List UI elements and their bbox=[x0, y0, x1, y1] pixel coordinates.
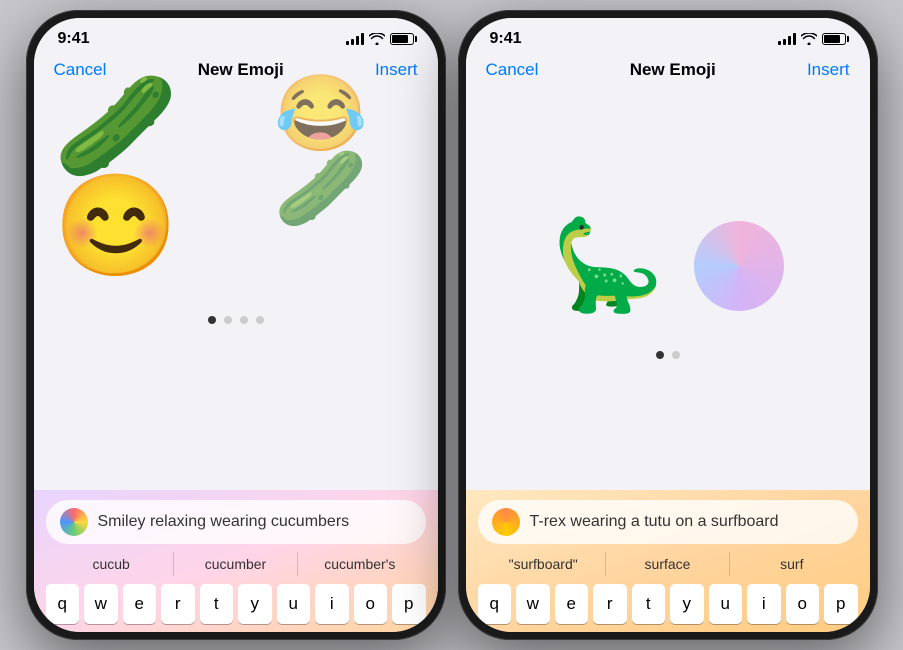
autocomplete-row-1: cucub cucumber cucumber's bbox=[46, 552, 426, 576]
key-e-2[interactable]: e bbox=[555, 584, 589, 624]
emoji-cucumber-face[interactable]: 🥒😊 bbox=[54, 76, 245, 276]
key-t-2[interactable]: t bbox=[632, 584, 666, 624]
dot-1-1 bbox=[208, 316, 216, 324]
phone-1: 9:41 Cancel New bbox=[26, 10, 446, 640]
dot-2-1 bbox=[656, 351, 664, 359]
key-p-2[interactable]: p bbox=[824, 584, 858, 624]
phone-1-screen: 9:41 Cancel New bbox=[34, 18, 438, 632]
emoji-area-1: 🥒😊 😄🥒 🥒😊 😂🥒 bbox=[34, 90, 438, 490]
key-y-1[interactable]: y bbox=[238, 584, 272, 624]
key-u-2[interactable]: u bbox=[709, 584, 743, 624]
emoji-area-2: 🦕 bbox=[466, 90, 870, 490]
key-w-2[interactable]: w bbox=[516, 584, 550, 624]
status-icons-2 bbox=[778, 33, 846, 45]
nav-bar-2: Cancel New Emoji Insert bbox=[466, 54, 870, 90]
key-t-1[interactable]: t bbox=[200, 584, 234, 624]
key-i-1[interactable]: i bbox=[315, 584, 349, 624]
battery-icon-2 bbox=[822, 33, 846, 45]
key-r-2[interactable]: r bbox=[593, 584, 627, 624]
phone-2-screen: 9:41 Cancel New bbox=[466, 18, 870, 632]
ai-icon-1 bbox=[60, 508, 88, 536]
dino-emoji-2[interactable]: 🦕 bbox=[551, 221, 663, 311]
status-time-1: 9:41 bbox=[58, 30, 90, 48]
keyboard-keys-1: q w e r t y u i o p bbox=[46, 584, 426, 624]
key-e-1[interactable]: e bbox=[123, 584, 157, 624]
key-row-2: q w e r t y u i o p bbox=[478, 584, 858, 624]
keyboard-area-2: T-rex wearing a tutu on a surfboard "sur… bbox=[466, 490, 870, 632]
key-r-1[interactable]: r bbox=[161, 584, 195, 624]
key-row-1: q w e r t y u i o p bbox=[46, 584, 426, 624]
key-o-1[interactable]: o bbox=[354, 584, 388, 624]
key-o-2[interactable]: o bbox=[786, 584, 820, 624]
phone-2: 9:41 Cancel New bbox=[458, 10, 878, 640]
battery-icon-1 bbox=[390, 33, 414, 45]
text-input-row-1[interactable]: Smiley relaxing wearing cucumbers bbox=[46, 500, 426, 544]
text-input-row-2[interactable]: T-rex wearing a tutu on a surfboard bbox=[478, 500, 858, 544]
key-q-1[interactable]: q bbox=[46, 584, 80, 624]
page-dots-1 bbox=[208, 316, 264, 324]
insert-button-2[interactable]: Insert bbox=[807, 60, 850, 80]
input-text-1[interactable]: Smiley relaxing wearing cucumbers bbox=[98, 513, 412, 531]
autocomplete-row-2: "surfboard" surface surf bbox=[478, 552, 858, 576]
key-y-2[interactable]: y bbox=[670, 584, 704, 624]
key-w-1[interactable]: w bbox=[84, 584, 118, 624]
keyboard-area-1: Smiley relaxing wearing cucumbers cucub … bbox=[34, 490, 438, 632]
key-u-1[interactable]: u bbox=[277, 584, 311, 624]
dot-1-3 bbox=[240, 316, 248, 324]
cancel-button-2[interactable]: Cancel bbox=[486, 60, 539, 80]
dot-1-2 bbox=[224, 316, 232, 324]
key-i-2[interactable]: i bbox=[747, 584, 781, 624]
key-q-2[interactable]: q bbox=[478, 584, 512, 624]
autocomplete-2-1[interactable]: "surfboard" bbox=[482, 552, 605, 576]
status-bar-2: 9:41 bbox=[466, 18, 870, 54]
autocomplete-2-3[interactable]: surf bbox=[729, 552, 853, 576]
status-icons-1 bbox=[346, 33, 414, 45]
page-dots-2 bbox=[656, 351, 680, 359]
keyboard-keys-2: q w e r t y u i o p bbox=[478, 584, 858, 624]
wifi-icon-1 bbox=[369, 33, 385, 45]
autocomplete-1-3[interactable]: cucumber's bbox=[297, 552, 421, 576]
circle-placeholder-2 bbox=[694, 221, 784, 311]
key-p-1[interactable]: p bbox=[392, 584, 426, 624]
dot-2-2 bbox=[672, 351, 680, 359]
autocomplete-2-2[interactable]: surface bbox=[605, 552, 729, 576]
autocomplete-1-1[interactable]: cucub bbox=[50, 552, 173, 576]
emoji-laugh-cucumber[interactable]: 😂🥒 bbox=[274, 76, 417, 276]
autocomplete-1-2[interactable]: cucumber bbox=[173, 552, 297, 576]
signal-icon-1 bbox=[346, 33, 364, 45]
signal-icon-2 bbox=[778, 33, 796, 45]
nav-title-2: New Emoji bbox=[630, 60, 716, 80]
dot-1-4 bbox=[256, 316, 264, 324]
status-bar-1: 9:41 bbox=[34, 18, 438, 54]
input-text-2[interactable]: T-rex wearing a tutu on a surfboard bbox=[530, 513, 844, 531]
ai-icon-2 bbox=[492, 508, 520, 536]
wifi-icon-2 bbox=[801, 33, 817, 45]
status-time-2: 9:41 bbox=[490, 30, 522, 48]
